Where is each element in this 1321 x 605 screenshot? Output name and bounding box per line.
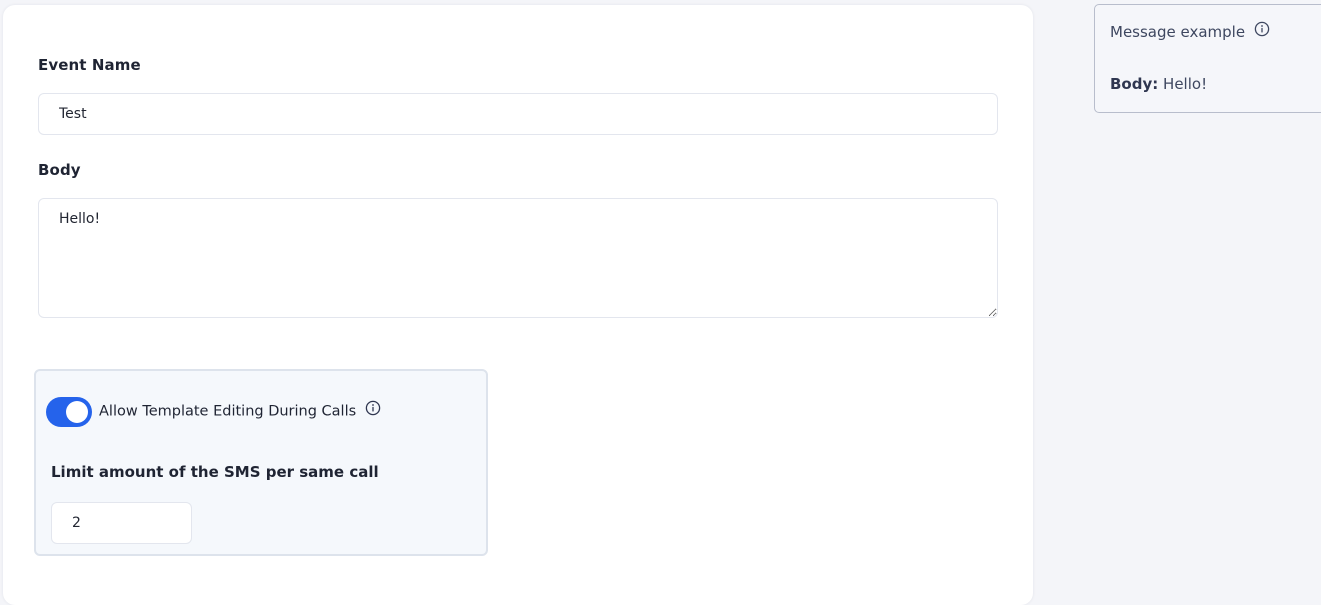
message-example-body-label: Body: bbox=[1110, 75, 1159, 93]
body-textarea[interactable]: Hello! bbox=[38, 198, 998, 318]
allow-template-editing-toggle[interactable] bbox=[46, 397, 92, 427]
event-form-card: Event Name Body Hello! Allow Template Ed… bbox=[3, 5, 1033, 605]
info-circle-icon[interactable] bbox=[365, 400, 381, 420]
message-example-title-row: Message example bbox=[1110, 21, 1270, 41]
toggle-knob bbox=[66, 401, 88, 423]
message-example-body-value: Hello! bbox=[1163, 75, 1208, 93]
sms-limit-label: Limit amount of the SMS per same call bbox=[51, 463, 379, 481]
allow-template-editing-label: Allow Template Editing During Calls bbox=[99, 403, 357, 420]
sms-limit-input[interactable] bbox=[51, 502, 192, 544]
event-name-input[interactable] bbox=[38, 93, 998, 135]
allow-template-editing-row: Allow Template Editing During Calls bbox=[99, 400, 381, 420]
body-label: Body bbox=[38, 161, 81, 179]
message-example-panel: Message example Body: Hello! bbox=[1094, 4, 1321, 113]
event-name-label: Event Name bbox=[38, 56, 141, 74]
message-example-body: Body: Hello! bbox=[1110, 75, 1207, 93]
message-example-title: Message example bbox=[1110, 23, 1246, 41]
sms-settings-panel: Allow Template Editing During Calls Limi… bbox=[34, 369, 488, 556]
info-circle-icon[interactable] bbox=[1254, 21, 1270, 41]
